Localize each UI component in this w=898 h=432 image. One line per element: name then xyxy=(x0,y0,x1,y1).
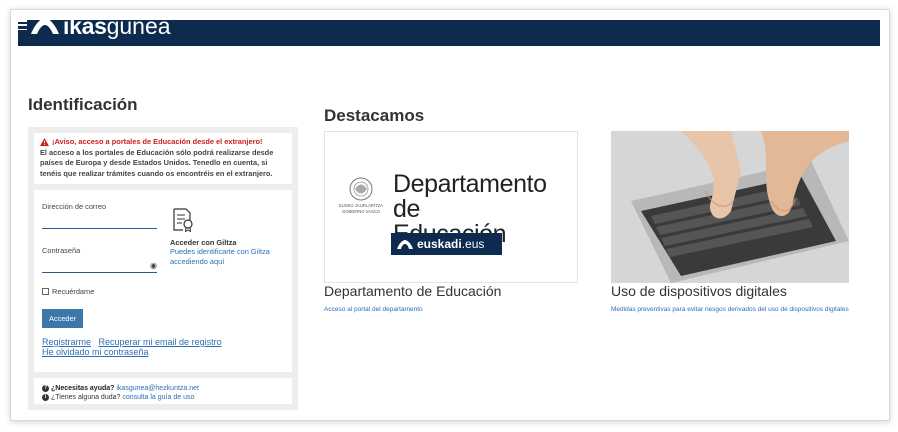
ikasgunea-logo[interactable]: ikas gunea xyxy=(31,12,171,40)
doubt-question: ¿Tienes alguna duda? xyxy=(51,394,121,401)
euskadi-mountain-icon xyxy=(397,239,413,249)
help-box: ? ¿Necesitas ayuda? ikasgunea@hezkuntza.… xyxy=(34,378,292,404)
euskadi-rest: .eus xyxy=(461,237,485,251)
giltza-title: Acceder con Giltza xyxy=(170,238,237,247)
logo-gunea-text: gunea xyxy=(106,12,171,39)
laptop-illustration xyxy=(611,131,849,283)
email-field[interactable] xyxy=(42,217,157,229)
recover-email-link[interactable]: Recuperar mi email de registro xyxy=(99,337,222,347)
euskadi-bold: euskadi xyxy=(417,237,462,251)
login-form: Dirección de correo Contraseña ◉ Acceder… xyxy=(34,190,292,372)
giltza-link[interactable]: Puedes identificarte con Giltza accedien… xyxy=(170,247,280,267)
seal-line1: EUSKO JAURLARITZA xyxy=(339,203,383,208)
card-devices-title[interactable]: Uso de dispositivos digitales xyxy=(611,283,787,299)
info-icon: i xyxy=(42,394,49,401)
remember-label: Recuérdame xyxy=(52,287,95,296)
guide-link[interactable]: consulta la guía de uso xyxy=(122,393,194,402)
logo-ikas-text: ikas xyxy=(63,12,107,39)
giltza-login: Acceder con Giltza Puedes identificarte … xyxy=(170,208,280,267)
account-links: Registrarme Recuperar mi email de regist… xyxy=(42,337,284,357)
card-education-title[interactable]: Departamento de Educación xyxy=(324,283,501,299)
department-text-line1: Departamento de xyxy=(393,170,547,223)
abroad-warning-box: ¡Aviso, acceso a portales de Educación d… xyxy=(34,133,292,184)
identification-panel: ¡Aviso, acceso a portales de Educación d… xyxy=(28,127,298,410)
giltza-certificate-icon[interactable] xyxy=(172,208,194,233)
identification-section: Identificación ¡Aviso, acceso a portales… xyxy=(28,95,298,410)
card-education-subtitle[interactable]: Acceso al portal del departamento xyxy=(324,306,423,313)
top-navbar: ikas gunea xyxy=(18,13,880,46)
help-question: ¿Necesitas ayuda? xyxy=(51,385,115,392)
login-button[interactable]: Acceder xyxy=(42,309,84,328)
education-department-image[interactable]: EUSKO JAURLARITZA GOBIERNO VASCO Departa… xyxy=(324,131,578,283)
seal-line2: GOBIERNO VASCO xyxy=(342,209,381,214)
card-devices-subtitle[interactable]: Medidas preventivas para evitar riesgos … xyxy=(611,306,849,313)
password-field[interactable]: ◉ xyxy=(42,261,157,273)
doubt-line: i ¿Tienes alguna duda? consulta la guía … xyxy=(42,393,284,402)
remember-checkbox[interactable] xyxy=(42,288,49,295)
euskadi-eus-badge: euskadi .eus xyxy=(391,233,502,255)
warning-title-text: ¡Aviso, acceso a portales de Educación d… xyxy=(52,137,263,146)
laptop-typing-image[interactable] xyxy=(611,131,849,283)
show-password-eye-icon[interactable]: ◉ xyxy=(150,261,157,270)
help-email-link[interactable]: ikasgunea@hezkuntza.net xyxy=(116,384,199,393)
identification-title: Identificación xyxy=(28,95,138,114)
basque-government-seal-icon: EUSKO JAURLARITZA GOBIERNO VASCO xyxy=(339,177,383,214)
register-link[interactable]: Registrarme xyxy=(42,337,91,347)
logo-mountain-icon xyxy=(31,18,59,34)
warning-title: ¡Aviso, acceso a portales de Educación d… xyxy=(40,137,286,148)
forgot-password-link[interactable]: He olvidado mi contraseña xyxy=(42,347,149,357)
featured-title: Destacamos xyxy=(324,106,425,125)
warning-icon xyxy=(40,138,49,147)
remember-me[interactable]: Recuérdame xyxy=(42,287,284,296)
help-line: ? ¿Necesitas ayuda? ikasgunea@hezkuntza.… xyxy=(42,384,284,393)
hamburger-icon[interactable] xyxy=(18,18,32,32)
question-icon: ? xyxy=(42,385,49,392)
warning-body: El acceso a los portales de Educación só… xyxy=(40,147,274,178)
